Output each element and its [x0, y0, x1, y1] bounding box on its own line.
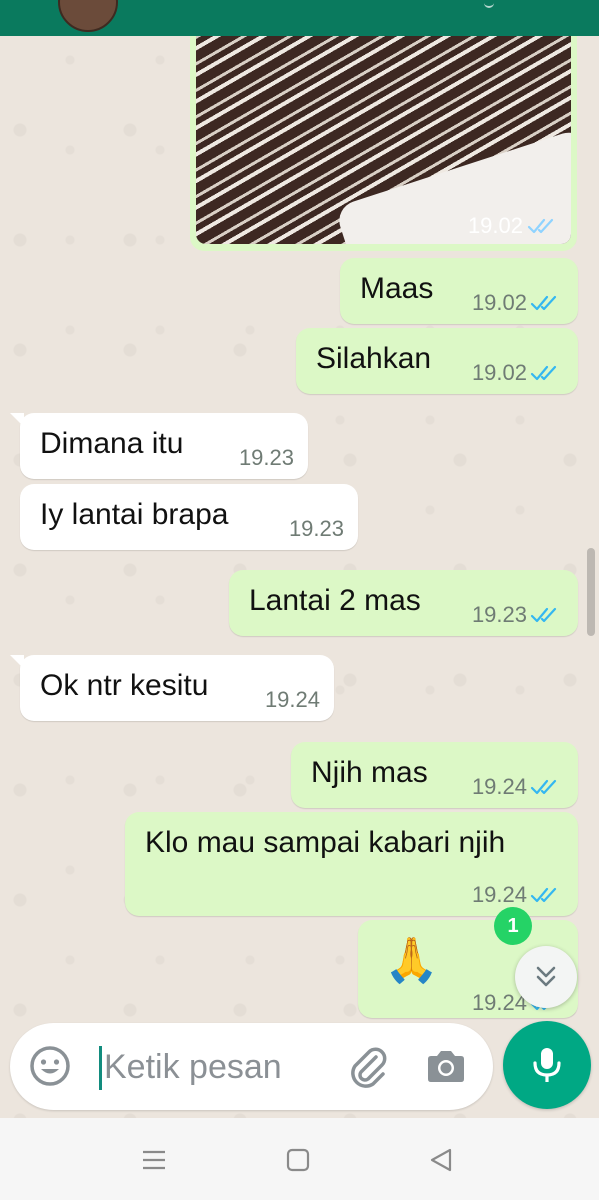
message-text: Ok ntr kesitu — [40, 669, 209, 702]
message-time: 19.23 — [471, 602, 527, 627]
message-bubble-incoming[interactable]: Dimana itu 19.23 — [10, 413, 308, 479]
message-meta: 19.24 — [472, 774, 562, 800]
message-time: 19.02 — [467, 213, 523, 238]
message-time: 19.23 — [288, 516, 344, 541]
unread-count-badge[interactable]: 1 — [494, 907, 532, 945]
message-text: Njih mas — [311, 756, 428, 789]
message-text: Silahkan — [316, 342, 432, 375]
menu-button[interactable] — [134, 1140, 174, 1180]
message-meta: 19.02 — [472, 360, 562, 386]
double-check-icon — [530, 295, 557, 311]
image-message-bubble[interactable]: 19.02 — [190, 20, 577, 251]
emoji-message: 🙏 — [384, 936, 439, 985]
double-check-icon — [530, 365, 557, 381]
message-meta: 19.02 — [472, 290, 562, 316]
contact-avatar[interactable] — [58, 0, 118, 32]
message-composer[interactable] — [10, 1023, 493, 1110]
back-icon — [430, 1148, 452, 1172]
message-bubble-outgoing[interactable]: Njih mas 19.24 — [291, 742, 578, 808]
message-meta: 19.23 — [472, 602, 562, 628]
double-chevron-down-icon — [536, 966, 556, 987]
chat-header[interactable] — [0, 0, 599, 36]
message-time: 19.24 — [471, 990, 527, 1015]
message-bubble-incoming[interactable]: Iy lantai brapa 19.23 — [20, 484, 358, 550]
double-check-icon — [530, 887, 557, 903]
message-time: 19.24 — [471, 882, 527, 907]
scroll-to-bottom-button[interactable] — [515, 946, 577, 1008]
text-cursor — [99, 1046, 102, 1090]
message-time: 19.24 — [264, 687, 320, 712]
message-time: 19.02 — [471, 290, 527, 315]
microphone-button[interactable] — [503, 1021, 591, 1109]
batik-fabric-photo[interactable] — [196, 20, 571, 244]
message-time: 19.24 — [471, 774, 527, 799]
message-meta: 19.23 — [239, 445, 294, 471]
message-text: Iy lantai brapa — [40, 498, 229, 531]
double-check-icon — [530, 607, 557, 623]
menu-icon — [143, 1150, 165, 1170]
message-time: 19.23 — [238, 445, 294, 470]
message-text: Dimana itu — [40, 427, 184, 460]
double-check-icon — [527, 218, 554, 234]
image-message-meta: 19.02 — [468, 213, 559, 239]
scrollbar-thumb[interactable] — [587, 548, 595, 636]
camera-icon[interactable] — [423, 1045, 469, 1089]
message-meta: 19.23 — [289, 516, 344, 542]
paperclip-icon[interactable] — [346, 1043, 390, 1091]
message-text: Klo mau sampai kabari njih — [145, 826, 506, 859]
emoji-icon[interactable] — [28, 1044, 72, 1088]
message-bubble-outgoing[interactable]: Lantai 2 mas 19.23 — [229, 570, 578, 636]
message-bubble-outgoing[interactable]: Silahkan 19.02 — [296, 328, 578, 394]
message-time: 19.02 — [471, 360, 527, 385]
header-icon[interactable] — [484, 0, 494, 8]
message-text: Lantai 2 mas — [249, 584, 421, 617]
home-button[interactable] — [278, 1140, 318, 1180]
system-navigation-bar — [0, 1118, 599, 1200]
double-check-icon — [530, 779, 557, 795]
message-text: Maas — [360, 272, 434, 305]
home-icon — [286, 1148, 310, 1172]
microphone-icon — [533, 1048, 561, 1082]
message-bubble-incoming[interactable]: Ok ntr kesitu 19.24 — [10, 655, 334, 721]
message-bubble-outgoing[interactable]: Maas 19.02 — [340, 258, 578, 324]
back-button[interactable] — [421, 1140, 461, 1180]
message-meta: 19.24 — [472, 882, 562, 908]
message-input[interactable] — [104, 1045, 334, 1089]
message-meta: 19.24 — [265, 687, 320, 713]
message-bubble-outgoing[interactable]: Klo mau sampai kabari njih 19.24 — [125, 812, 578, 916]
